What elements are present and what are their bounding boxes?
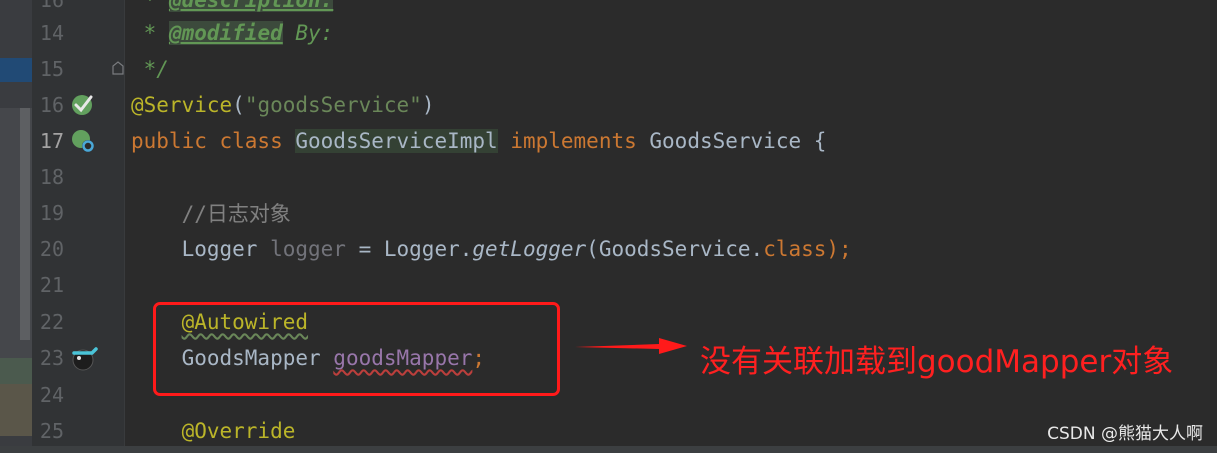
bean-check-icon[interactable] [70,91,98,119]
code-line: 19 //日志对象 [0,195,1217,231]
code-text: * @modified By: [131,21,334,45]
line-number: 16 [39,0,64,12]
bottom-scrollbar[interactable] [0,446,1217,453]
line-number: 18 [39,165,64,189]
code-line: 20 Logger logger = Logger.getLogger(Good… [0,231,1217,267]
line-number: 15 [39,57,64,81]
line-number: 14 [39,21,64,45]
code-text: @Service("goodsService") [131,93,435,117]
line-number: 21 [39,273,64,297]
line-number: 19 [39,201,64,225]
code-line: 17 public class GoodsServiceImpl impleme… [0,123,1217,159]
code-line: 16 @Service("goodsService") [0,87,1217,123]
code-text: Logger logger = Logger.getLogger(GoodsSe… [131,237,852,261]
annotation-note: 没有关联加载到goodMapper对象 [700,344,1174,380]
code-line: 15 */ [0,51,1217,87]
code-text: * @description: [131,0,334,12]
line-number: 20 [39,237,64,261]
code-text: public class GoodsServiceImpl implements… [131,129,827,153]
code-line: 14 * @modified By: [0,15,1217,51]
line-number: 24 [39,383,64,407]
line-number: 22 [39,310,64,334]
fold-marker-icon[interactable] [112,61,124,75]
bean-search-icon[interactable] [70,127,98,155]
line-number: 25 [39,419,64,443]
line-number: 17 [39,129,64,153]
arrow-right-icon [575,338,687,354]
code-comment: //日志对象 [131,202,291,226]
bean-injection-icon[interactable] [70,344,98,372]
code-text: */ [131,57,169,81]
line-number: 23 [39,346,64,370]
code-line: 21 [0,267,1217,303]
code-line: 25 @Override [0,413,1217,449]
line-number: 16 [39,93,64,117]
highlight-box [153,302,560,396]
watermark: CSDN @熊猫大人啊 [1047,424,1203,444]
code-line: 18 [0,159,1217,195]
code-text: @Override [181,419,296,443]
